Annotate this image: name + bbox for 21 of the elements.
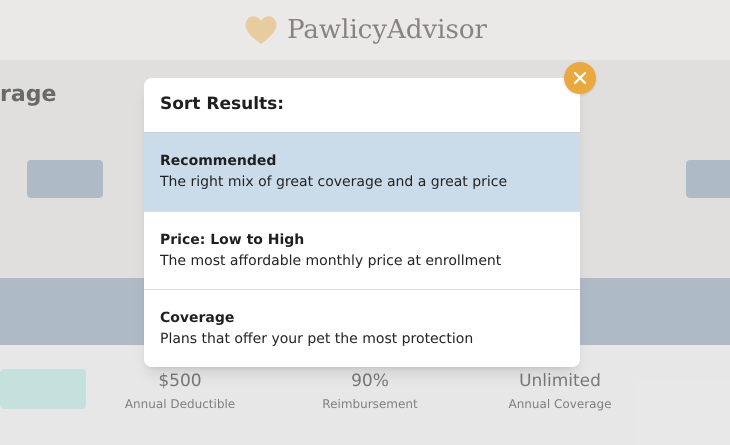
- stat-value: 90%: [351, 370, 389, 393]
- option-description: The most affordable monthly price at enrollment: [160, 252, 502, 270]
- logo-text: PawlicyAdvisor: [287, 14, 487, 46]
- sort-option[interactable]: Coverage Plans that offer your pet the most protection: [144, 289, 580, 367]
- page-heading: rage: [0, 81, 56, 109]
- option-description: Plans that offer your pet the most protection: [160, 330, 474, 348]
- option-title: Price: Low to High: [160, 230, 306, 250]
- stat-label: Annual Coverage: [508, 396, 612, 412]
- stat-label: Reimbursement: [322, 396, 418, 412]
- close-icon: [573, 71, 587, 85]
- option-title: Coverage: [160, 308, 236, 328]
- close-button[interactable]: [564, 62, 596, 94]
- dialog-title: Sort Results:: [160, 93, 284, 116]
- stat-label: Annual Deductible: [124, 396, 236, 412]
- stat-value: $500: [158, 370, 202, 393]
- sort-option[interactable]: Price: Low to High The most affordable monthly price at enrollment: [144, 211, 580, 289]
- stat-value: Unlimited: [519, 370, 601, 393]
- option-description: The right mix of great coverage and a great price: [160, 173, 508, 192]
- heart-icon: [243, 14, 280, 46]
- sort-option[interactable]: Recommended The right mix of great coverage and a great price: [144, 133, 580, 211]
- option-title: Recommended: [160, 152, 278, 171]
